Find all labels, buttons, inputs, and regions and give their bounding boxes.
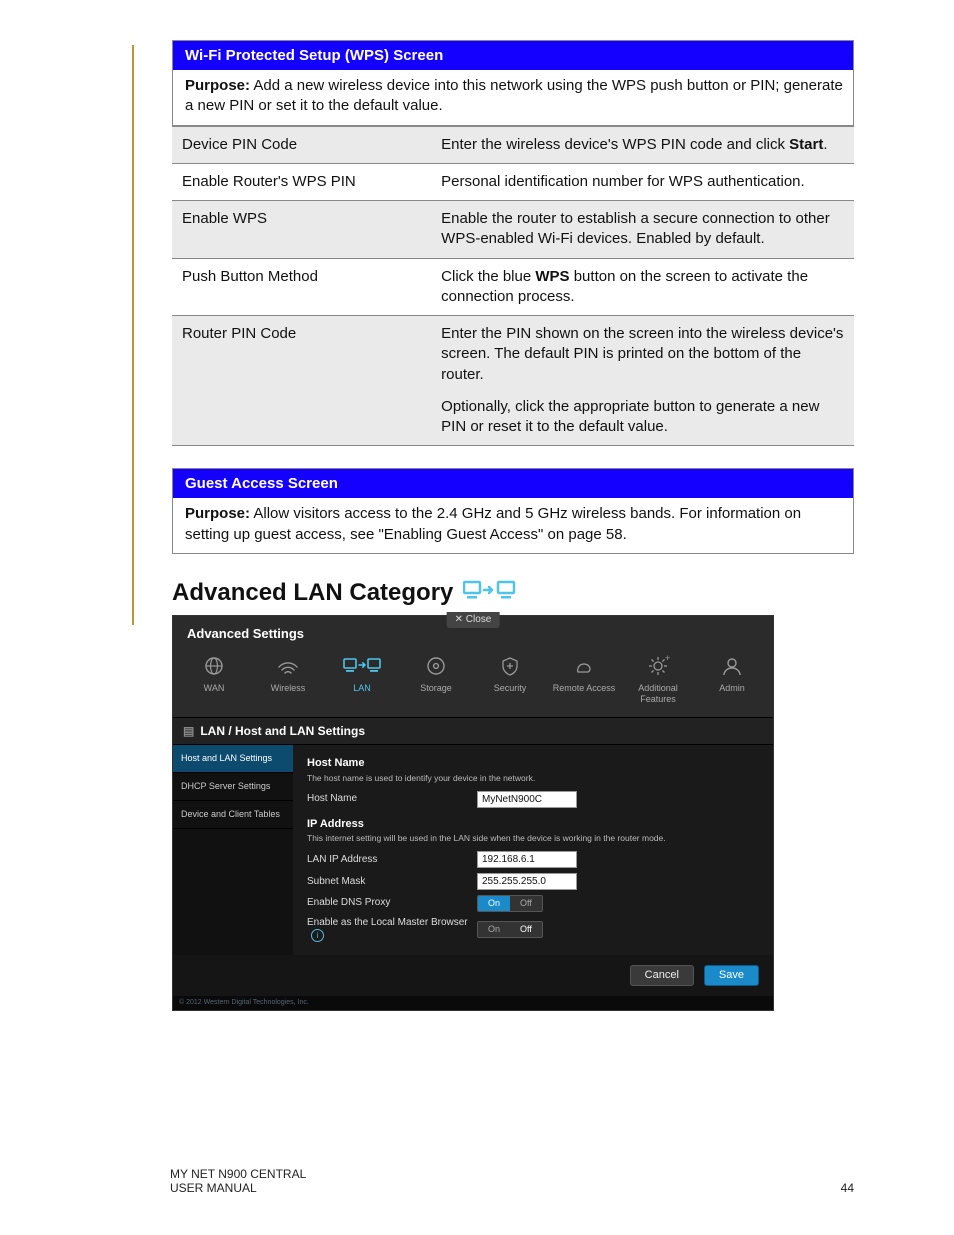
- wps-row-key: Device PIN Code: [172, 126, 431, 163]
- wps-row-val: Enter the PIN shown on the screen into t…: [431, 316, 854, 446]
- tab-label: Remote Access: [553, 683, 616, 693]
- bold: WPS: [535, 268, 569, 285]
- dns-proxy-toggle[interactable]: On Off: [477, 895, 543, 912]
- lmb-toggle[interactable]: On Off: [477, 921, 543, 938]
- text: .: [823, 136, 827, 153]
- guest-purpose: Purpose: Allow visitors access to the 2.…: [172, 498, 854, 554]
- wps-title-bar: Wi-Fi Protected Setup (WPS) Screen: [172, 40, 854, 70]
- table-row: Push Button Method Click the blue WPS bu…: [172, 258, 854, 316]
- tab-security[interactable]: Security: [473, 651, 547, 711]
- hostname-title: Host Name: [307, 757, 759, 770]
- subnet-input[interactable]: [477, 873, 577, 890]
- text: Enter the PIN shown on the screen into t…: [441, 324, 844, 385]
- info-icon[interactable]: i: [311, 929, 324, 942]
- page-footer: MY NET N900 CENTRAL USER MANUAL 44: [170, 1167, 854, 1195]
- footer-line2: USER MANUAL: [170, 1181, 306, 1195]
- copyright: © 2012 Western Digital Technologies, Inc…: [173, 996, 773, 1010]
- subnet-label: Subnet Mask: [307, 876, 477, 888]
- lan-ip-label: LAN IP Address: [307, 854, 477, 866]
- tab-label: Additional Features: [638, 683, 678, 704]
- lmb-label-text: Enable as the Local Master Browser: [307, 917, 468, 928]
- wps-row-val: Personal identification number for WPS a…: [431, 163, 854, 200]
- purpose-text: Allow visitors access to the 2.4 GHz and…: [185, 505, 801, 542]
- ip-note: This internet setting will be used in th…: [307, 833, 759, 843]
- text: Click the blue: [441, 268, 535, 285]
- text: Optionally, click the appropriate button…: [441, 397, 844, 438]
- toggle-off: Off: [510, 896, 542, 911]
- wps-row-val: Enable the router to establish a secure …: [431, 201, 854, 259]
- purpose-label: Purpose:: [185, 77, 250, 94]
- tab-lan[interactable]: LAN: [325, 651, 399, 711]
- tab-label: WAN: [204, 683, 225, 693]
- lan-category-heading: Advanced LAN Category: [172, 578, 854, 609]
- hostname-input[interactable]: [477, 791, 577, 808]
- wps-row-val: Enter the wireless device's WPS PIN code…: [431, 126, 854, 163]
- form-panel: Host Name The host name is used to ident…: [293, 745, 773, 955]
- table-row: Enable Router's WPS PIN Personal identif…: [172, 163, 854, 200]
- ip-title: IP Address: [307, 818, 759, 831]
- sidebar-item-dhcp[interactable]: DHCP Server Settings: [173, 773, 293, 801]
- tab-label: Security: [494, 683, 527, 693]
- tab-label: Wireless: [271, 683, 306, 693]
- wps-row-key: Enable Router's WPS PIN: [172, 163, 431, 200]
- tab-wan[interactable]: WAN: [177, 651, 251, 711]
- purpose-label: Purpose:: [185, 505, 250, 522]
- tab-storage[interactable]: Storage: [399, 651, 473, 711]
- tab-wireless[interactable]: Wireless: [251, 651, 325, 711]
- footer-line1: MY NET N900 CENTRAL: [170, 1167, 306, 1181]
- save-button[interactable]: Save: [704, 965, 759, 986]
- sidebar-item-host-lan[interactable]: Host and LAN Settings: [173, 745, 293, 773]
- text: Enter the wireless device's WPS PIN code…: [441, 136, 789, 153]
- lan-icon: [463, 578, 517, 609]
- tab-admin[interactable]: Admin: [695, 651, 769, 711]
- heading-text: Advanced LAN Category: [172, 579, 453, 607]
- sub-icon: ▤: [183, 724, 194, 738]
- table-row: Device PIN Code Enter the wireless devic…: [172, 126, 854, 163]
- tab-label: Admin: [719, 683, 745, 693]
- wps-row-key: Router PIN Code: [172, 316, 431, 446]
- button-row: Cancel Save: [173, 955, 773, 996]
- margin-rule: [132, 45, 134, 625]
- bold: Start: [789, 136, 823, 153]
- table-row: Router PIN Code Enter the PIN shown on t…: [172, 316, 854, 446]
- sub-header: ▤ LAN / Host and LAN Settings: [173, 717, 773, 745]
- lan-ip-input[interactable]: [477, 851, 577, 868]
- tab-additional-features[interactable]: + Additional Features: [621, 651, 695, 711]
- hostname-label: Host Name: [307, 793, 477, 805]
- tab-label: Storage: [420, 683, 452, 693]
- guest-title-bar: Guest Access Screen: [172, 468, 854, 498]
- lmb-label: Enable as the Local Master Browser i: [307, 917, 477, 942]
- wps-row-val: Click the blue WPS button on the screen …: [431, 258, 854, 316]
- router-ui-screenshot: ✕ Close Advanced Settings WAN Wireless L…: [172, 615, 774, 1012]
- tab-bar: WAN Wireless LAN Storage Security: [173, 645, 773, 717]
- tab-label: LAN: [353, 683, 371, 693]
- svg-text:+: +: [665, 655, 670, 663]
- wps-table: Device PIN Code Enter the wireless devic…: [172, 126, 854, 447]
- page-number: 44: [841, 1181, 854, 1195]
- wps-row-key: Push Button Method: [172, 258, 431, 316]
- dns-proxy-label: Enable DNS Proxy: [307, 897, 477, 909]
- purpose-text: Add a new wireless device into this netw…: [185, 77, 843, 114]
- toggle-off: Off: [510, 922, 542, 937]
- table-row: Enable WPS Enable the router to establis…: [172, 201, 854, 259]
- wps-row-key: Enable WPS: [172, 201, 431, 259]
- hostname-note: The host name is used to identify your d…: [307, 773, 759, 783]
- toggle-on: On: [478, 896, 510, 911]
- toggle-on: On: [478, 922, 510, 937]
- cancel-button[interactable]: Cancel: [630, 965, 694, 986]
- sidebar: Host and LAN Settings DHCP Server Settin…: [173, 745, 293, 955]
- sidebar-item-device-tables[interactable]: Device and Client Tables: [173, 801, 293, 829]
- sub-header-text: LAN / Host and LAN Settings: [200, 724, 365, 738]
- close-button[interactable]: ✕ Close: [447, 612, 500, 628]
- wps-purpose: Purpose: Add a new wireless device into …: [172, 70, 854, 126]
- tab-remote-access[interactable]: Remote Access: [547, 651, 621, 711]
